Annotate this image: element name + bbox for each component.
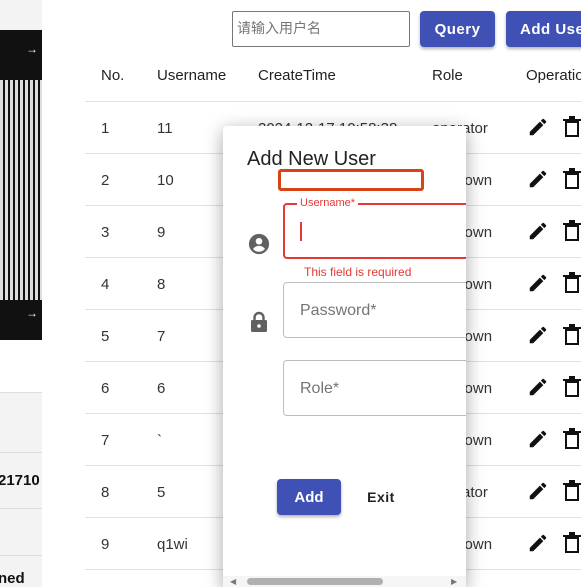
cell-username: 5: [157, 484, 166, 501]
background-card: [0, 340, 42, 392]
header-operation: Operation: [526, 67, 581, 84]
divider: [0, 508, 42, 509]
divider: [0, 392, 42, 393]
cell-no: 8: [101, 484, 110, 501]
delete-icon[interactable]: [562, 167, 581, 191]
edit-icon[interactable]: [527, 324, 549, 346]
password-field[interactable]: Password*: [283, 282, 466, 338]
cell-no: 3: [101, 224, 110, 241]
cell-username: 10: [157, 172, 174, 189]
cell-username: 9: [157, 224, 166, 241]
left-panel-text: ned: [0, 570, 25, 587]
username-field[interactable]: Username*: [283, 197, 466, 259]
delete-icon[interactable]: [562, 479, 581, 503]
dialog-title: Add New User: [247, 148, 376, 170]
delete-icon[interactable]: [562, 323, 581, 347]
background-image-footer: →: [0, 300, 42, 340]
left-panel-text: 21710: [0, 472, 40, 489]
cell-username: `: [157, 432, 162, 449]
add-user-dialog: Add New User Username* This field is req…: [223, 126, 466, 587]
header-no: No.: [101, 67, 125, 84]
cell-username: 7: [157, 328, 166, 345]
table-header: No. Username CreateTime Role Operation: [85, 50, 581, 102]
query-button[interactable]: Query: [420, 11, 495, 47]
text-caret: [300, 222, 302, 241]
cell-username: 6: [157, 380, 166, 397]
cell-no: 7: [101, 432, 110, 449]
cell-no: 6: [101, 380, 110, 397]
left-background-panel: → → 21710 ned: [0, 0, 42, 587]
edit-icon[interactable]: [527, 480, 549, 502]
background-image-header: →: [0, 30, 42, 80]
edit-icon[interactable]: [527, 168, 549, 190]
cell-no: 4: [101, 276, 110, 293]
delete-icon[interactable]: [562, 427, 581, 451]
horizontal-scrollbar[interactable]: ◀ ▶: [223, 576, 466, 587]
scrollbar-thumb[interactable]: [247, 578, 383, 585]
header-username: Username: [157, 67, 227, 84]
role-placeholder: Role*: [300, 380, 340, 397]
edit-icon[interactable]: [527, 532, 549, 554]
cell-no: 9: [101, 536, 110, 553]
scroll-right-icon[interactable]: ▶: [451, 577, 457, 586]
username-label: Username*: [297, 197, 359, 209]
delete-icon[interactable]: [562, 271, 581, 295]
cell-username: 8: [157, 276, 166, 293]
arrow-right-icon: →: [26, 306, 38, 320]
edit-icon[interactable]: [527, 428, 549, 450]
username-error-text: This field is required: [304, 265, 412, 279]
lock-icon: [251, 311, 267, 332]
header-create-time: CreateTime: [258, 67, 336, 84]
cell-username: q1wi: [157, 536, 188, 553]
edit-icon[interactable]: [527, 376, 549, 398]
username-search-input[interactable]: [232, 11, 410, 47]
role-field[interactable]: Role*: [283, 360, 466, 416]
delete-icon[interactable]: [562, 375, 581, 399]
header-role: Role: [432, 67, 463, 84]
cell-no: 2: [101, 172, 110, 189]
delete-icon[interactable]: [562, 219, 581, 243]
add-button[interactable]: Add: [277, 479, 341, 515]
add-user-button[interactable]: Add User: [506, 11, 581, 47]
cell-no: 1: [101, 120, 110, 137]
delete-icon[interactable]: [562, 531, 581, 555]
password-placeholder: Password*: [300, 302, 377, 319]
delete-icon[interactable]: [562, 115, 581, 139]
annotation-highlight-box: [278, 169, 424, 191]
account-circle-icon: [248, 233, 270, 255]
scroll-left-icon[interactable]: ◀: [230, 577, 236, 586]
edit-icon[interactable]: [527, 272, 549, 294]
cell-no: 5: [101, 328, 110, 345]
cell-username: 11: [157, 120, 173, 137]
edit-icon[interactable]: [527, 116, 549, 138]
divider: [0, 452, 42, 453]
exit-button[interactable]: Exit: [353, 479, 409, 515]
divider: [0, 555, 42, 556]
arrow-right-icon: →: [26, 42, 38, 56]
edit-icon[interactable]: [527, 220, 549, 242]
